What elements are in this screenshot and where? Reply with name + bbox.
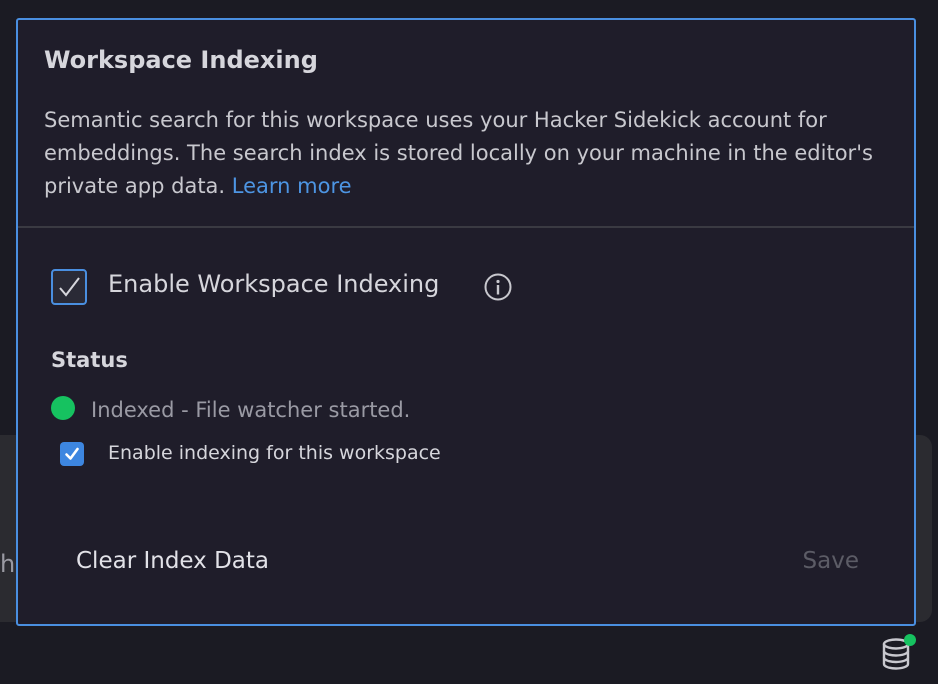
enable-workspace-indexing-label[interactable]: Enable Workspace Indexing [108, 270, 439, 298]
checkmark-icon [59, 277, 80, 297]
section-divider [18, 226, 914, 228]
workspace-indexing-checkbox[interactable] [60, 442, 84, 466]
description-text: Semantic search for this workspace uses … [44, 108, 873, 198]
learn-more-link[interactable]: Learn more [232, 174, 352, 198]
database-status-dot [904, 634, 916, 646]
workspace-indexing-dialog: Workspace Indexing Semantic search for t… [16, 18, 916, 626]
clear-index-data-button[interactable]: Clear Index Data [76, 548, 269, 574]
background-partial-text: h [0, 550, 16, 578]
enable-workspace-indexing-checkbox[interactable] [51, 269, 87, 305]
status-heading: Status [51, 348, 128, 372]
dialog-title: Workspace Indexing [44, 46, 318, 74]
dialog-description: Semantic search for this workspace uses … [44, 104, 874, 203]
status-indicator [51, 396, 75, 420]
status-text: Indexed - File watcher started. [91, 398, 411, 422]
info-icon[interactable] [484, 273, 512, 301]
checkmark-icon [65, 447, 79, 460]
save-button[interactable]: Save [803, 548, 859, 574]
workspace-indexing-label[interactable]: Enable indexing for this workspace [108, 442, 441, 464]
